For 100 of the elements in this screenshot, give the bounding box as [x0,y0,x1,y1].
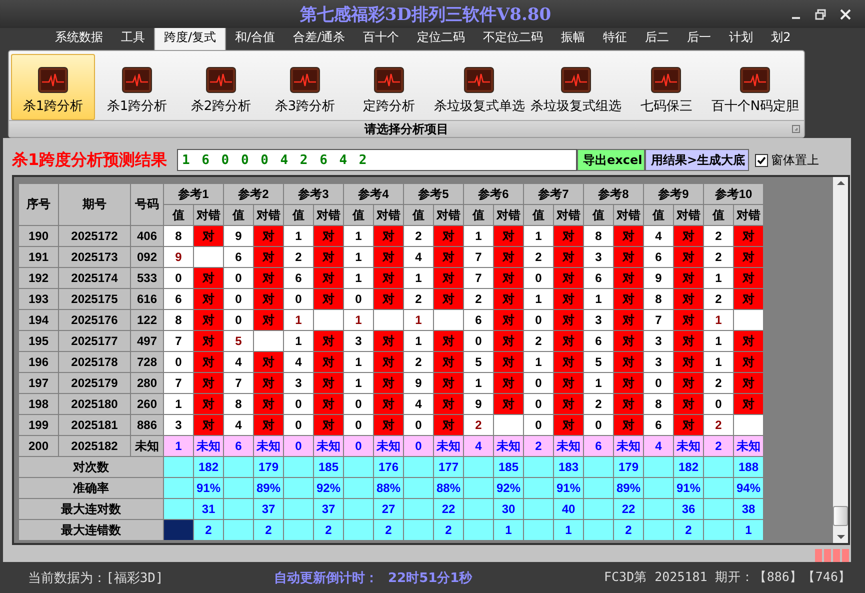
table-cell: 未知 [434,436,464,456]
table-cell: 0 [404,436,434,456]
result-cell: 对 [614,246,644,268]
menu-tab[interactable]: 合差/通杀 [284,26,354,50]
result-cell: 对 [254,226,284,246]
menu-tab[interactable]: 计划 [720,26,762,50]
pin-checkbox[interactable] [755,154,768,166]
menu-tab[interactable]: 系统数据 [46,26,112,50]
table-cell: 0 [284,288,314,310]
table-cell: 197 [18,372,58,394]
menu-tab[interactable]: 定位二码 [408,26,474,50]
analysis-button[interactable]: 杀垃圾复式组选 [528,54,624,120]
result-cell: 对 [734,268,764,288]
table-cell: 2 [674,520,704,540]
table-cell: 22 [434,498,464,520]
table-cell: 未知 [130,436,164,456]
table-cell: 7 [164,372,194,394]
result-cell: 对 [194,372,224,394]
scroll-thumb[interactable] [833,506,848,526]
scroll-up-icon[interactable] [836,180,844,186]
column-header: 值 [584,204,614,226]
table-cell: 2025175 [58,288,130,310]
table-cell[interactable] [164,498,194,520]
table-cell[interactable] [164,520,194,540]
column-header: 值 [644,204,674,226]
menu-tab[interactable]: 百十个 [354,26,408,50]
table-cell: 1 [524,288,554,310]
analysis-button[interactable]: 七码保三 [624,54,708,120]
result-cell: 对 [734,372,764,394]
export-button[interactable]: 导出excel [577,149,645,171]
table-cell: 2 [524,436,554,456]
table-cell: 5 [224,330,254,352]
ribbon-caption: 请选择分析项目 [364,120,448,138]
menu-tab[interactable]: 划2 [762,26,800,50]
result-cell: 对 [734,352,764,372]
row-header: 对次数 [18,456,164,478]
table-cell: 9 [224,226,254,246]
menu-tab[interactable]: 后二 [636,26,678,50]
table-cell: 未知 [674,436,704,456]
result-cell: 对 [314,394,344,414]
column-header: 参考3 [284,184,344,204]
result-cell: 对 [434,268,464,288]
analysis-button[interactable]: 杀1跨分析 [95,54,179,120]
table-cell: 0 [524,372,554,394]
menu-tab[interactable]: 振幅 [552,26,594,50]
table-cell[interactable] [164,456,194,478]
table-cell: 6 [224,436,254,456]
heartbeat-chart-icon [561,67,592,93]
result-cell: 对 [254,246,284,268]
table-cell: 6 [284,268,314,288]
heartbeat-chart-icon [38,67,68,93]
restore-icon[interactable] [815,8,826,20]
analysis-button[interactable]: 杀1跨分析 [11,54,95,120]
menu-tab[interactable]: 和/合值 [226,26,284,50]
scrollbar[interactable] [833,177,848,543]
table-cell: 6 [464,310,494,330]
menu-tab[interactable]: 特征 [594,26,636,50]
table-cell: 497 [130,330,164,352]
column-header: 参考8 [584,184,644,204]
analysis-button[interactable]: 百十个N码定胆 [708,54,802,120]
table-cell: 4 [464,436,494,456]
table-cell: 8 [224,394,254,414]
table-cell: 280 [130,372,164,394]
analysis-button[interactable]: 定跨分析 [347,54,431,120]
menu-tab[interactable]: 后一 [678,26,720,50]
table-cell: 533 [130,268,164,288]
result-cell: 对 [674,268,704,288]
table-cell: 31 [194,498,224,520]
table-cell: 89% [254,478,284,498]
scroll-down-icon[interactable] [836,534,844,540]
column-header: 对错 [674,204,704,226]
generate-button[interactable]: 用结果>生成大底 [645,149,749,171]
table-cell: 0 [284,436,314,456]
result-cell: 对 [434,372,464,394]
table-cell[interactable] [164,478,194,498]
analysis-button[interactable]: 杀2跨分析 [179,54,263,120]
menu-tab[interactable]: 不定位二码 [474,26,552,50]
table-cell: 2 [404,288,434,310]
expand-icon[interactable] [792,125,800,133]
analysis-button[interactable]: 杀3跨分析 [263,54,347,120]
close-icon[interactable] [840,8,851,20]
result-cell: 对 [374,330,404,352]
status-blocks-drawing [815,549,849,562]
table-cell: 191 [18,246,58,268]
table-cell: 2025174 [58,268,130,288]
table-cell: 260 [130,394,164,414]
column-header: 期号 [58,184,130,226]
column-header: 对错 [254,204,284,226]
table-cell: 1 [464,226,494,246]
table-cell: 2025178 [58,352,130,372]
result-field[interactable]: 1 6 0 0 0 4 2 6 4 2 [177,149,577,171]
table-cell: 182 [674,456,704,478]
result-cell: 对 [494,226,524,246]
table-cell: 185 [494,456,524,478]
table-cell: 0 [404,414,434,436]
result-cell: 对 [374,414,404,436]
column-header: 参考1 [164,184,224,204]
column-header: 对错 [614,204,644,226]
menu-tab[interactable]: 工具 [112,26,154,50]
analysis-button[interactable]: 杀垃圾复式单选 [431,54,528,120]
